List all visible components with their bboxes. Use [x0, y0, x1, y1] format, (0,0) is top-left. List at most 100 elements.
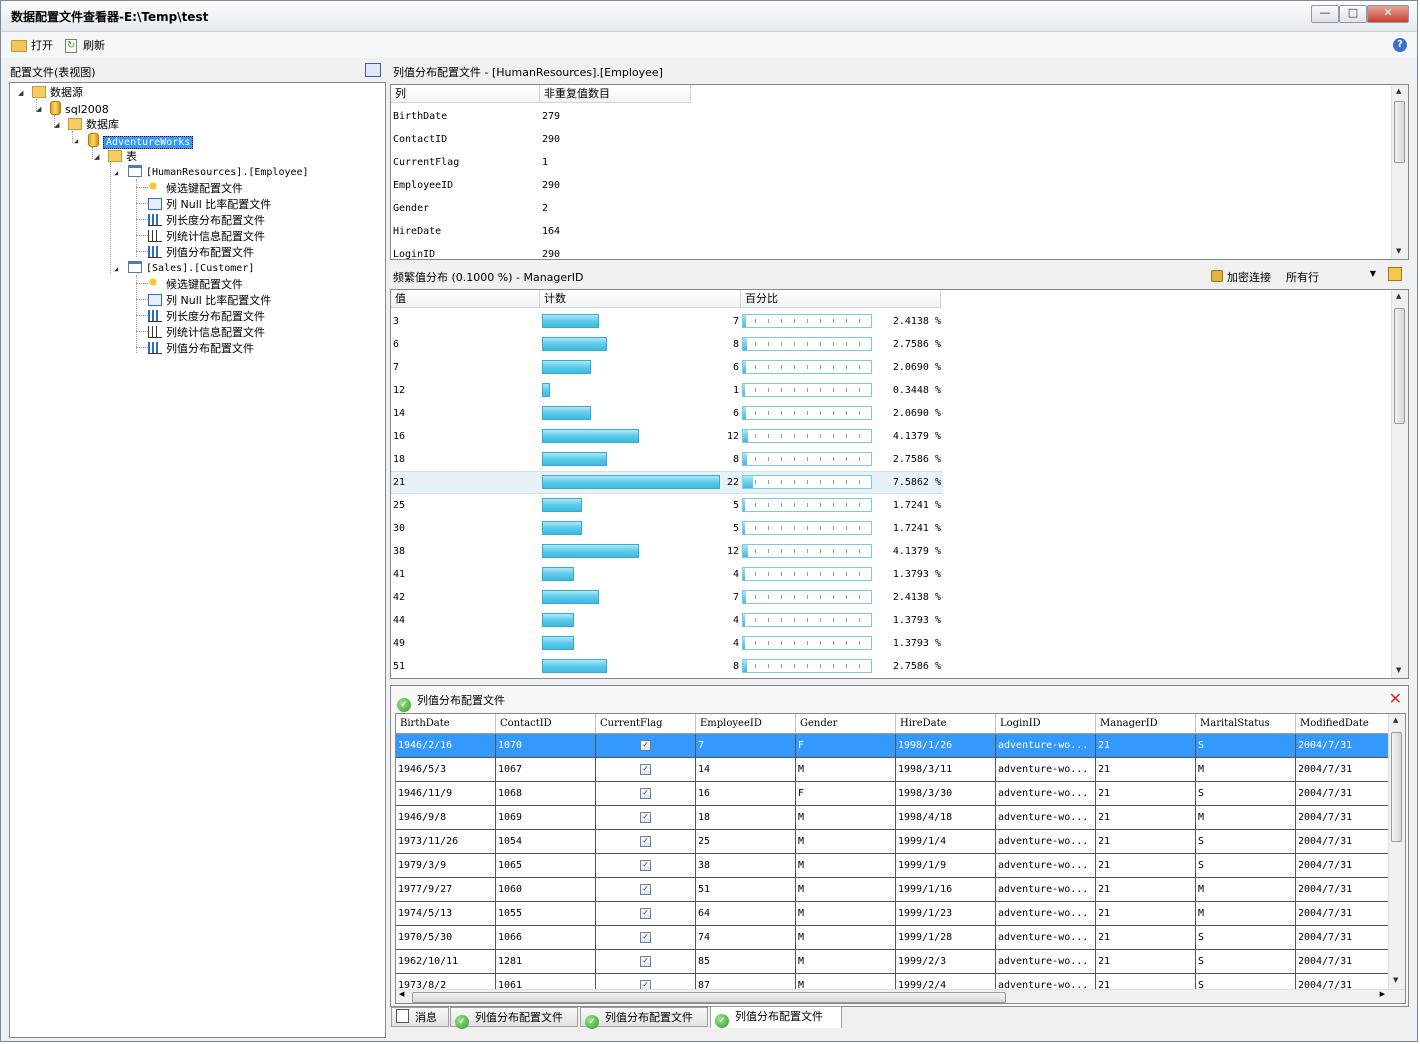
scroll-thumb[interactable]: [1394, 101, 1405, 163]
current-flag-cell[interactable]: ✓: [596, 902, 696, 926]
current-flag-cell[interactable]: ✓: [596, 830, 696, 854]
grid-cell[interactable]: 1060: [496, 878, 596, 902]
grid-cell[interactable]: 1070: [496, 734, 596, 758]
grid-cell[interactable]: 2004/7/31: [1296, 950, 1389, 974]
grid-cell[interactable]: 14: [696, 758, 796, 782]
column-header-column[interactable]: 列: [391, 85, 540, 103]
value-cell[interactable]: 16: [393, 425, 405, 448]
grid-cell[interactable]: S: [1196, 950, 1296, 974]
value-cell[interactable]: 44: [393, 609, 405, 632]
grid-cell[interactable]: 1066: [496, 926, 596, 950]
value-cell[interactable]: 14: [393, 402, 405, 425]
grid-cell[interactable]: M: [796, 950, 896, 974]
tree-node-value-dist[interactable]: 列值分布配置文件: [148, 341, 254, 357]
grid-cell[interactable]: 2004/7/31: [1296, 902, 1389, 926]
grid-cell[interactable]: 2004/7/31: [1296, 734, 1389, 758]
table-view-icon[interactable]: [365, 63, 381, 77]
grid-cell[interactable]: 21: [1096, 758, 1196, 782]
grid-cell[interactable]: 38: [696, 854, 796, 878]
grid-cell[interactable]: 64: [696, 902, 796, 926]
grid-cell[interactable]: S: [1196, 830, 1296, 854]
grid-column-header[interactable]: MaritalStatus: [1196, 714, 1296, 734]
collapse-arrow-icon[interactable]: ◢: [36, 101, 44, 117]
tree-node-candidate-key[interactable]: 候选键配置文件: [148, 181, 243, 197]
horizontal-scrollbar[interactable]: ◀ ▶: [396, 989, 1405, 1003]
scroll-thumb[interactable]: [1394, 308, 1405, 424]
grid-cell[interactable]: adventure-wo...: [996, 926, 1096, 950]
value-cell[interactable]: 21: [393, 471, 405, 494]
value-cell[interactable]: 38: [393, 540, 405, 563]
current-flag-cell[interactable]: ✓: [596, 758, 696, 782]
grid-cell[interactable]: 1999/1/16: [896, 878, 996, 902]
scroll-left-icon[interactable]: ◀: [399, 990, 404, 998]
grid-cell[interactable]: 1999/2/3: [896, 950, 996, 974]
scroll-down-icon[interactable]: ▼: [1396, 666, 1401, 674]
checkbox[interactable]: ✓: [640, 860, 651, 871]
vertical-scrollbar[interactable]: ▲ ▼: [1391, 290, 1408, 678]
grid-cell[interactable]: adventure-wo...: [996, 950, 1096, 974]
scroll-thumb[interactable]: [1391, 732, 1402, 842]
grid-cell[interactable]: 1946/5/3: [396, 758, 496, 782]
tree-node-adventureworks[interactable]: ◢ AdventureWorks: [74, 133, 194, 149]
grid-cell[interactable]: M: [796, 902, 896, 926]
grid-cell[interactable]: 1974/5/13: [396, 902, 496, 926]
current-flag-cell[interactable]: ✓: [596, 734, 696, 758]
grid-column-header[interactable]: ModifiedDate: [1296, 714, 1389, 734]
grid-cell[interactable]: M: [796, 830, 896, 854]
grid-cell[interactable]: S: [1196, 782, 1296, 806]
tab-messages[interactable]: 消息: [391, 1007, 449, 1027]
value-cell[interactable]: 49: [393, 632, 405, 655]
vertical-scrollbar[interactable]: ▲ ▼: [1391, 85, 1408, 259]
grid-cell[interactable]: 1067: [496, 758, 596, 782]
grid-cell[interactable]: adventure-wo...: [996, 902, 1096, 926]
value-cell[interactable]: 7: [393, 356, 399, 379]
tree-node-candidate-key[interactable]: 候选键配置文件: [148, 277, 243, 293]
grid-cell[interactable]: 16: [696, 782, 796, 806]
maximize-button[interactable]: □: [1339, 5, 1367, 23]
grid-cell[interactable]: 1999/1/9: [896, 854, 996, 878]
checkbox[interactable]: ✓: [640, 764, 651, 775]
tree-node-value-dist[interactable]: 列值分布配置文件: [148, 245, 254, 261]
scroll-up-icon[interactable]: ▲: [1396, 87, 1401, 95]
grid-cell[interactable]: 21: [1096, 950, 1196, 974]
tree-node-table-customer[interactable]: ◢ [Sales].[Customer]: [114, 261, 254, 277]
checkbox[interactable]: ✓: [640, 884, 651, 895]
grid-cell[interactable]: M: [796, 854, 896, 878]
current-flag-cell[interactable]: ✓: [596, 854, 696, 878]
value-cell[interactable]: 42: [393, 586, 405, 609]
grid-cell[interactable]: 7: [696, 734, 796, 758]
drilldown-icon[interactable]: [1388, 267, 1402, 281]
grid-cell[interactable]: 1065: [496, 854, 596, 878]
column-name-cell[interactable]: EmployeeID: [393, 174, 453, 197]
rows-filter-dropdown[interactable]: 所有行 ▼: [1286, 269, 1378, 285]
value-cell[interactable]: 41: [393, 563, 405, 586]
grid-cell[interactable]: S: [1196, 734, 1296, 758]
grid-column-header[interactable]: Gender: [796, 714, 896, 734]
collapse-arrow-icon[interactable]: ◢: [114, 261, 122, 277]
column-header-distinct-count[interactable]: 非重复值数目: [540, 85, 691, 103]
grid-cell[interactable]: F: [796, 734, 896, 758]
grid-cell[interactable]: 25: [696, 830, 796, 854]
grid-cell[interactable]: 1977/9/27: [396, 878, 496, 902]
grid-cell[interactable]: 2004/7/31: [1296, 854, 1389, 878]
grid-cell[interactable]: adventure-wo...: [996, 854, 1096, 878]
grid-column-header[interactable]: EmployeeID: [696, 714, 796, 734]
grid-cell[interactable]: 2004/7/31: [1296, 782, 1389, 806]
value-cell[interactable]: 25: [393, 494, 405, 517]
grid-cell[interactable]: 21: [1096, 782, 1196, 806]
grid-cell[interactable]: 1970/5/30: [396, 926, 496, 950]
close-panel-button[interactable]: ✕: [1389, 689, 1402, 708]
grid-cell[interactable]: 1055: [496, 902, 596, 926]
grid-cell[interactable]: 74: [696, 926, 796, 950]
scroll-down-icon[interactable]: ▼: [1393, 976, 1398, 984]
checkbox[interactable]: ✓: [640, 740, 651, 751]
tree-node-databases[interactable]: ◢ 数据库: [54, 117, 119, 133]
grid-cell[interactable]: S: [1196, 926, 1296, 950]
value-cell[interactable]: 12: [393, 379, 405, 402]
grid-cell[interactable]: 1962/10/11: [396, 950, 496, 974]
grid-cell[interactable]: 1998/1/26: [896, 734, 996, 758]
grid-cell[interactable]: 21: [1096, 830, 1196, 854]
value-cell[interactable]: 30: [393, 517, 405, 540]
value-cell[interactable]: 18: [393, 448, 405, 471]
grid-column-header[interactable]: LoginID: [996, 714, 1096, 734]
